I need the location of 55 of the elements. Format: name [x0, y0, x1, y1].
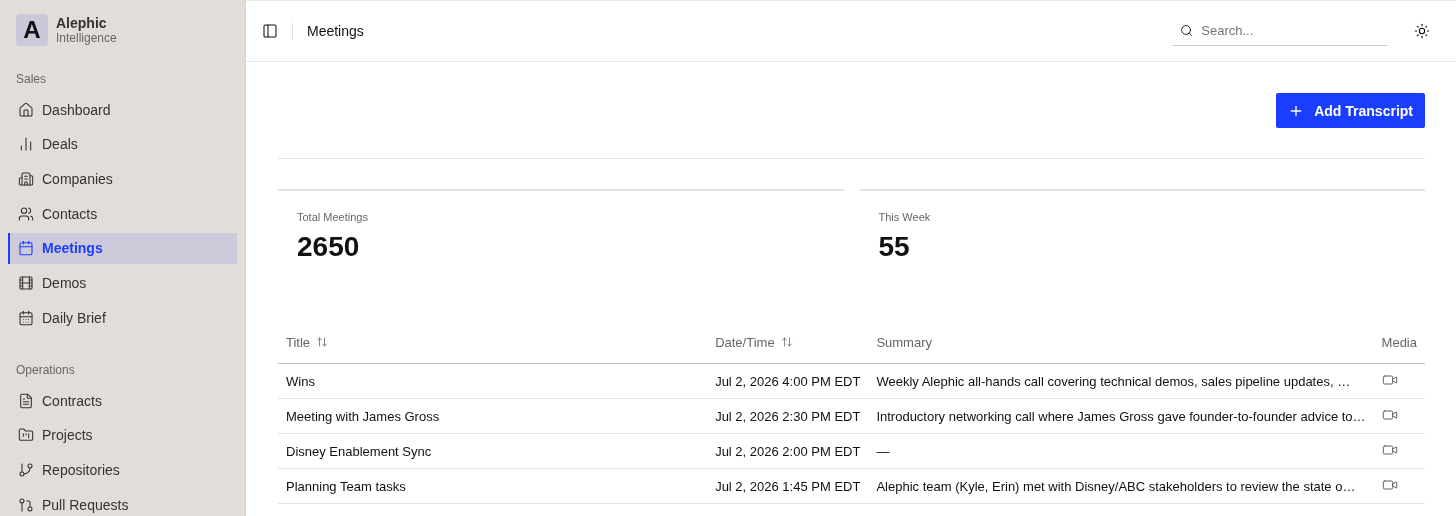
search-icon	[1180, 23, 1194, 38]
sort-icon	[316, 336, 329, 348]
summary-cell: Alephic team (Kyle, Erin) met with Disney/ABC stakeholders to review the state o…	[868, 468, 1374, 504]
sidebar-item[interactable]: Contracts	[8, 385, 237, 417]
folder-icon	[18, 427, 34, 444]
sidebar-item[interactable]: Meetings	[8, 232, 237, 264]
stat-value: 2650	[297, 231, 361, 263]
stat-value: 55	[878, 231, 911, 263]
sort-icon	[780, 336, 793, 348]
summary-cell: Introductory networking call where James Gross gave founder-to-founder advice to…	[868, 398, 1374, 434]
sidebar-item[interactable]: Pull Requests	[8, 489, 237, 516]
datetime-cell: Jul 2, 2026 1:45 PM EDT	[707, 468, 869, 504]
building-icon	[18, 170, 34, 187]
sidebar-item[interactable]: Demos	[8, 267, 237, 299]
document-icon	[18, 392, 34, 409]
brand-name: Alephic	[56, 15, 108, 31]
sidebar-item[interactable]: Dashboard	[8, 94, 237, 125]
page-title: Meetings	[307, 23, 365, 39]
summary-cell: —	[868, 433, 1374, 469]
search-field[interactable]: Search...	[1199, 22, 1380, 39]
stat-label: Total Meetings	[297, 211, 369, 223]
sidebar-item[interactable]: Companies	[8, 163, 237, 195]
calendar-icon	[18, 309, 34, 326]
column-header[interactable]: Date/Time	[707, 321, 869, 364]
sidebar-toggle-icon[interactable]	[262, 23, 278, 39]
pull-request-icon	[18, 496, 34, 513]
datetime-cell: Jul 2, 2026 2:30 PM EDT	[707, 398, 869, 434]
bar-chart-icon	[18, 136, 34, 153]
title-cell: Meeting with James Gross	[278, 398, 708, 434]
stat-label: This Week	[878, 211, 932, 223]
title-cell: Disney Enablement Sync	[278, 433, 708, 469]
film-icon	[18, 274, 34, 291]
add-transcript-button[interactable]: Add Transcript	[1276, 93, 1425, 128]
sun-icon[interactable]	[1414, 23, 1430, 39]
datetime-cell: Jul 2, 2026 2:00 PM EDT	[707, 433, 869, 469]
sidebar-item[interactable]: Repositories	[8, 454, 237, 486]
sidebar-item[interactable]: Contacts	[8, 198, 237, 230]
title-cell: Wins	[278, 363, 708, 399]
logo: A	[16, 14, 48, 46]
sidebar-item[interactable]: Deals	[8, 128, 237, 160]
house-icon	[18, 101, 34, 118]
datetime-cell: Jul 2, 2026 4:00 PM EDT	[707, 363, 869, 399]
column-header: Media	[1373, 321, 1425, 364]
summary-cell: Weekly Alephic all-hands call covering technical demos, sales pipeline updates, …	[868, 363, 1374, 399]
brand-subtitle: Intelligence	[56, 31, 117, 45]
section-title: Operations	[15, 363, 76, 378]
branch-icon	[18, 462, 34, 478]
title-cell: Planning Team tasks	[278, 468, 708, 504]
sidebar-item[interactable]: Projects	[8, 419, 237, 451]
sidebar-item[interactable]: Daily Brief	[8, 302, 237, 334]
column-header[interactable]: Title	[278, 321, 708, 364]
section-title: Sales	[15, 72, 48, 86]
calendar-icon	[18, 240, 34, 257]
column-header: Summary	[868, 321, 1374, 364]
users-icon	[18, 205, 34, 222]
